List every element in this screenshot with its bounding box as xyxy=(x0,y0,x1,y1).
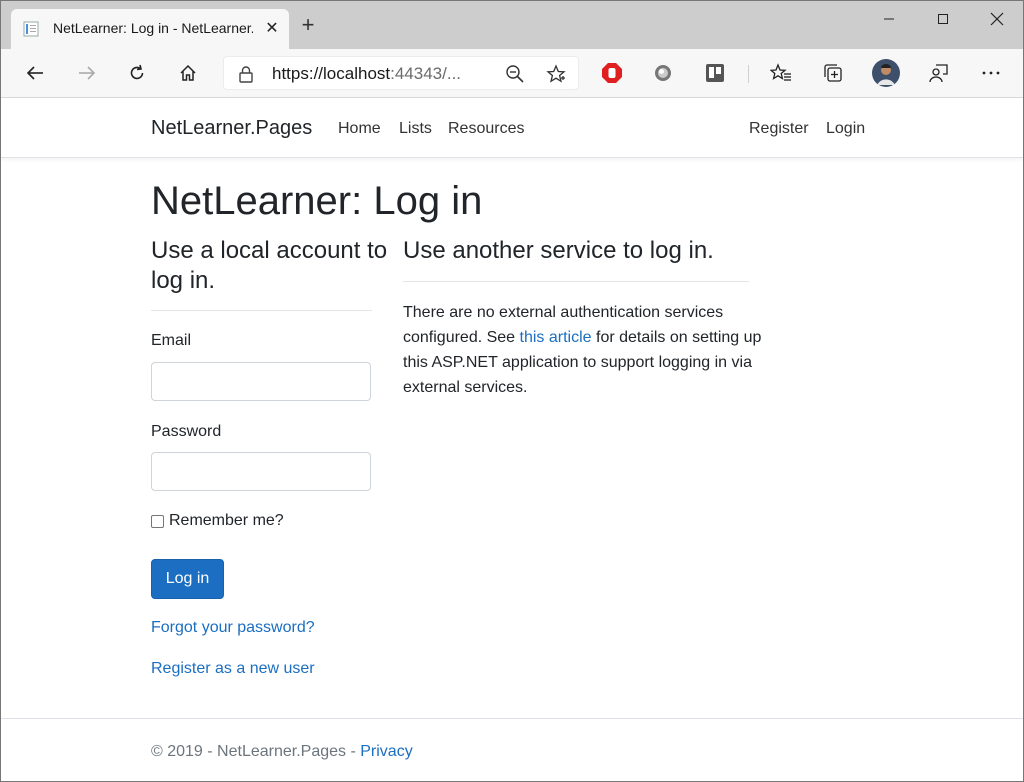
nav-link-lists[interactable]: Lists xyxy=(399,120,432,138)
site-brand[interactable]: NetLearner.Pages xyxy=(151,117,312,140)
minimize-icon[interactable] xyxy=(867,5,911,33)
privacy-link[interactable]: Privacy xyxy=(360,743,412,760)
email-label: Email xyxy=(151,332,192,349)
close-window-icon[interactable] xyxy=(975,5,1019,33)
this-article-link[interactable]: this article xyxy=(520,329,592,346)
new-tab-icon[interactable]: + xyxy=(297,14,319,37)
external-divider xyxy=(403,281,749,282)
site-navbar: NetLearner.Pages Home Lists Resources Re… xyxy=(1,98,1023,158)
nav-link-resources[interactable]: Resources xyxy=(448,120,524,138)
favorites-icon[interactable] xyxy=(769,61,793,85)
page-title: NetLearner: Log in xyxy=(151,179,483,223)
forward-arrow-icon[interactable] xyxy=(75,61,99,85)
collections-icon[interactable] xyxy=(821,61,845,85)
footer-text: © 2019 - NetLearner.Pages - Privacy xyxy=(151,743,413,761)
external-auth-message: There are no external authentication ser… xyxy=(403,300,763,400)
adblock-icon[interactable] xyxy=(600,61,624,85)
tab-strip: NetLearner: Log in - NetLearner.P ✕ + xyxy=(1,1,1023,49)
site-footer: © 2019 - NetLearner.Pages - Privacy xyxy=(1,718,1023,781)
more-icon[interactable] xyxy=(979,61,1003,85)
password-label: Password xyxy=(151,423,222,440)
tab-title: NetLearner: Log in - NetLearner.P xyxy=(53,20,253,36)
tab-close-icon[interactable]: ✕ xyxy=(262,19,282,39)
trello-icon[interactable] xyxy=(703,61,727,85)
browser-toolbar: https://localhost:44343/... xyxy=(1,49,1023,98)
browser-tab[interactable]: NetLearner: Log in - NetLearner.P ✕ xyxy=(11,9,289,49)
nav-link-register[interactable]: Register xyxy=(749,120,809,138)
nav-link-login[interactable]: Login xyxy=(826,120,865,138)
extension-icon[interactable] xyxy=(651,61,675,85)
copyright-text: © 2019 - NetLearner.Pages - xyxy=(151,743,361,760)
feedback-icon[interactable] xyxy=(927,61,951,85)
email-field[interactable] xyxy=(151,362,371,401)
login-button[interactable]: Log in xyxy=(151,559,224,599)
toolbar-divider xyxy=(748,65,749,83)
refresh-icon[interactable] xyxy=(125,61,149,85)
zoom-out-icon[interactable] xyxy=(505,64,525,84)
lock-icon xyxy=(239,66,253,83)
browser-window: NetLearner: Log in - NetLearner.P ✕ + ht… xyxy=(0,0,1024,782)
address-bar[interactable]: https://localhost:44343/... xyxy=(223,56,579,90)
avatar[interactable] xyxy=(872,59,900,87)
maximize-icon[interactable] xyxy=(921,5,965,33)
register-new-user-link[interactable]: Register as a new user xyxy=(151,660,315,678)
forgot-password-link[interactable]: Forgot your password? xyxy=(151,619,315,637)
remember-me-checkbox[interactable] xyxy=(151,515,164,528)
url-host: https://localhost xyxy=(272,64,391,83)
local-divider xyxy=(151,310,372,311)
home-icon[interactable] xyxy=(176,61,200,85)
page-favicon-icon xyxy=(23,21,39,37)
local-account-heading: Use a local account to log in. xyxy=(151,237,388,294)
url-path: :44343/... xyxy=(390,64,462,83)
password-field[interactable] xyxy=(151,452,371,491)
url-text: https://localhost:44343/... xyxy=(272,64,461,84)
back-arrow-icon[interactable] xyxy=(23,61,47,85)
nav-link-home[interactable]: Home xyxy=(338,120,381,138)
star-icon[interactable] xyxy=(546,64,566,84)
remember-me-label[interactable]: Remember me? xyxy=(169,512,284,530)
external-service-heading: Use another service to log in. xyxy=(403,237,714,264)
